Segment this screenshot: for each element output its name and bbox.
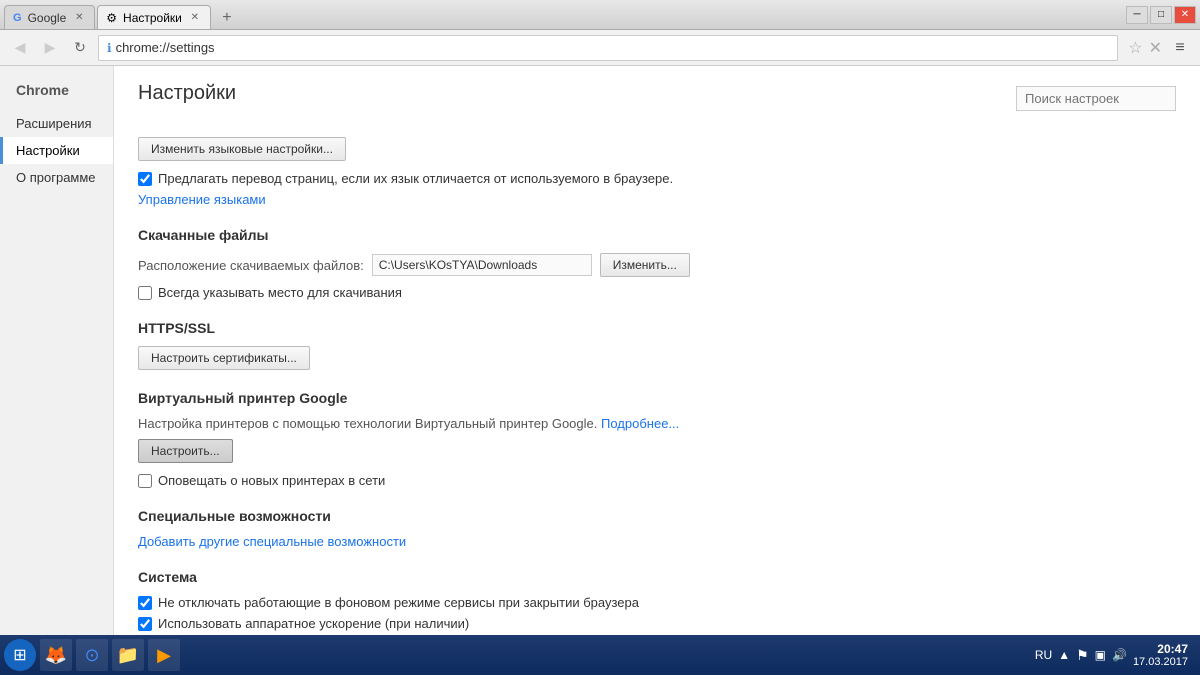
title-bar: G Google ✕ ⚙ Настройки ✕ + ─ □ ✕ xyxy=(0,0,1200,30)
tab-settings-label: Настройки xyxy=(123,11,182,25)
folder-icon: 📁 xyxy=(117,645,139,666)
system-section: Система Не отключать работающие в фоново… xyxy=(138,569,1176,631)
page-title: Настройки xyxy=(138,82,236,105)
search-input[interactable] xyxy=(1016,86,1176,111)
taskbar-date: 17.03.2017 xyxy=(1133,656,1188,668)
accessibility-section: Специальные возможности Добавить другие … xyxy=(138,508,1176,549)
refresh-button[interactable]: ↻ xyxy=(68,36,92,60)
printer-title: Виртуальный принтер Google xyxy=(138,390,1176,406)
printer-desc: Настройка принтеров с помощью технологии… xyxy=(138,416,597,431)
bookmark-star-icon[interactable]: ☆ xyxy=(1128,38,1142,58)
sidebar-brand: Chrome xyxy=(0,78,113,110)
accessibility-title: Специальные возможности xyxy=(138,508,1176,524)
address-bar-input-wrap[interactable]: ℹ chrome://settings xyxy=(98,35,1118,61)
taskbar-notification-icon: ▲ xyxy=(1058,648,1070,662)
taskbar: ⊞ 🦊 ⊙ 📁 ▶ RU ▲ ⚑ ▣ 🔊 20:47 17.03.2017 xyxy=(0,635,1200,675)
tab-google-close[interactable]: ✕ xyxy=(72,11,86,25)
printer-notify-checkbox[interactable] xyxy=(138,474,152,488)
tab-list: G Google ✕ ⚙ Настройки ✕ + xyxy=(4,0,1118,29)
printer-notify-label: Оповещать о новых принтерах в сети xyxy=(158,473,385,488)
https-certs-button[interactable]: Настроить сертификаты... xyxy=(138,346,310,370)
chrome-circle-icon: ⊙ xyxy=(84,645,99,666)
sidebar: Chrome Расширения Настройки О программе xyxy=(0,66,114,635)
downloads-change-button[interactable]: Изменить... xyxy=(600,253,690,277)
main-layout: Chrome Расширения Настройки О программе … xyxy=(0,66,1200,635)
address-icon: ℹ xyxy=(107,41,112,55)
taskbar-language: RU xyxy=(1035,648,1052,662)
start-button[interactable]: ⊞ xyxy=(4,639,36,671)
taskbar-flag-icon: ⚑ xyxy=(1076,647,1089,664)
taskbar-display-icon: ▣ xyxy=(1095,648,1106,662)
windows-icon: ⊞ xyxy=(13,645,26,665)
printer-section: Виртуальный принтер Google Настройка при… xyxy=(138,390,1176,488)
taskbar-time: 20:47 xyxy=(1133,642,1188,656)
translate-checkbox[interactable] xyxy=(138,172,152,186)
taskbar-chrome-icon[interactable]: ⊙ xyxy=(76,639,108,671)
printer-setup-button[interactable]: Настроить... xyxy=(138,439,233,463)
hardware-acceleration-checkbox[interactable] xyxy=(138,617,152,631)
always-ask-label: Всегда указывать место для скачивания xyxy=(158,285,402,300)
taskbar-clock: 20:47 17.03.2017 xyxy=(1133,642,1188,668)
minimize-button[interactable]: ─ xyxy=(1126,6,1148,24)
taskbar-media-icon[interactable]: ▶ xyxy=(148,639,180,671)
forward-button[interactable]: ▶ xyxy=(38,36,62,60)
media-icon: ▶ xyxy=(157,645,171,666)
tab-settings[interactable]: ⚙ Настройки ✕ xyxy=(97,5,211,29)
close-button[interactable]: ✕ xyxy=(1174,6,1196,24)
tab-google[interactable]: G Google ✕ xyxy=(4,5,95,29)
always-ask-checkbox[interactable] xyxy=(138,286,152,300)
downloads-section: Скачанные файлы Расположение скачиваемых… xyxy=(138,227,1176,300)
hardware-acceleration-label: Использовать аппаратное ускорение (при н… xyxy=(158,616,469,631)
tab-google-label: Google xyxy=(28,11,67,25)
printer-more-link[interactable]: Подробнее... xyxy=(601,416,679,431)
taskbar-right-area: RU ▲ ⚑ ▣ 🔊 20:47 17.03.2017 xyxy=(1035,642,1196,668)
taskbar-firefox-icon[interactable]: 🦊 xyxy=(40,639,72,671)
sidebar-item-about[interactable]: О программе xyxy=(0,164,113,191)
taskbar-volume-icon: 🔊 xyxy=(1112,648,1127,662)
settings-content: Настройки Изменить языковые настройки...… xyxy=(114,66,1200,635)
new-tab-button[interactable]: + xyxy=(213,7,241,29)
manage-languages-link[interactable]: Управление языками xyxy=(138,192,266,207)
translate-label: Предлагать перевод страниц, если их язык… xyxy=(158,171,673,186)
background-services-checkbox[interactable] xyxy=(138,596,152,610)
address-bar: ◀ ▶ ↻ ℹ chrome://settings ☆ ✕ ≡ xyxy=(0,30,1200,66)
firefox-icon: 🦊 xyxy=(45,645,67,666)
accessibility-link[interactable]: Добавить другие специальные возможности xyxy=(138,534,406,549)
address-text: chrome://settings xyxy=(116,40,215,55)
system-title: Система xyxy=(138,569,1176,585)
maximize-button[interactable]: □ xyxy=(1150,6,1172,24)
tab-google-favicon: G xyxy=(13,12,22,24)
https-title: HTTPS/SSL xyxy=(138,320,1176,336)
tab-settings-close[interactable]: ✕ xyxy=(188,11,202,25)
back-button[interactable]: ◀ xyxy=(8,36,32,60)
background-services-label: Не отключать работающие в фоновом режиме… xyxy=(158,595,639,610)
language-section: Изменить языковые настройки... Предлагат… xyxy=(138,137,1176,207)
close-tab-icon[interactable]: ✕ xyxy=(1149,38,1162,58)
downloads-path-input[interactable] xyxy=(372,254,592,276)
https-section: HTTPS/SSL Настроить сертификаты... xyxy=(138,320,1176,370)
downloads-location-label: Расположение скачиваемых файлов: xyxy=(138,258,364,273)
downloads-title: Скачанные файлы xyxy=(138,227,1176,243)
tab-settings-favicon: ⚙ xyxy=(106,11,117,25)
sidebar-item-settings[interactable]: Настройки xyxy=(0,137,113,164)
taskbar-explorer-icon[interactable]: 📁 xyxy=(112,639,144,671)
chrome-menu-button[interactable]: ≡ xyxy=(1168,36,1192,60)
language-settings-button[interactable]: Изменить языковые настройки... xyxy=(138,137,346,161)
sidebar-item-extensions[interactable]: Расширения xyxy=(0,110,113,137)
window-controls: ─ □ ✕ xyxy=(1126,6,1196,24)
